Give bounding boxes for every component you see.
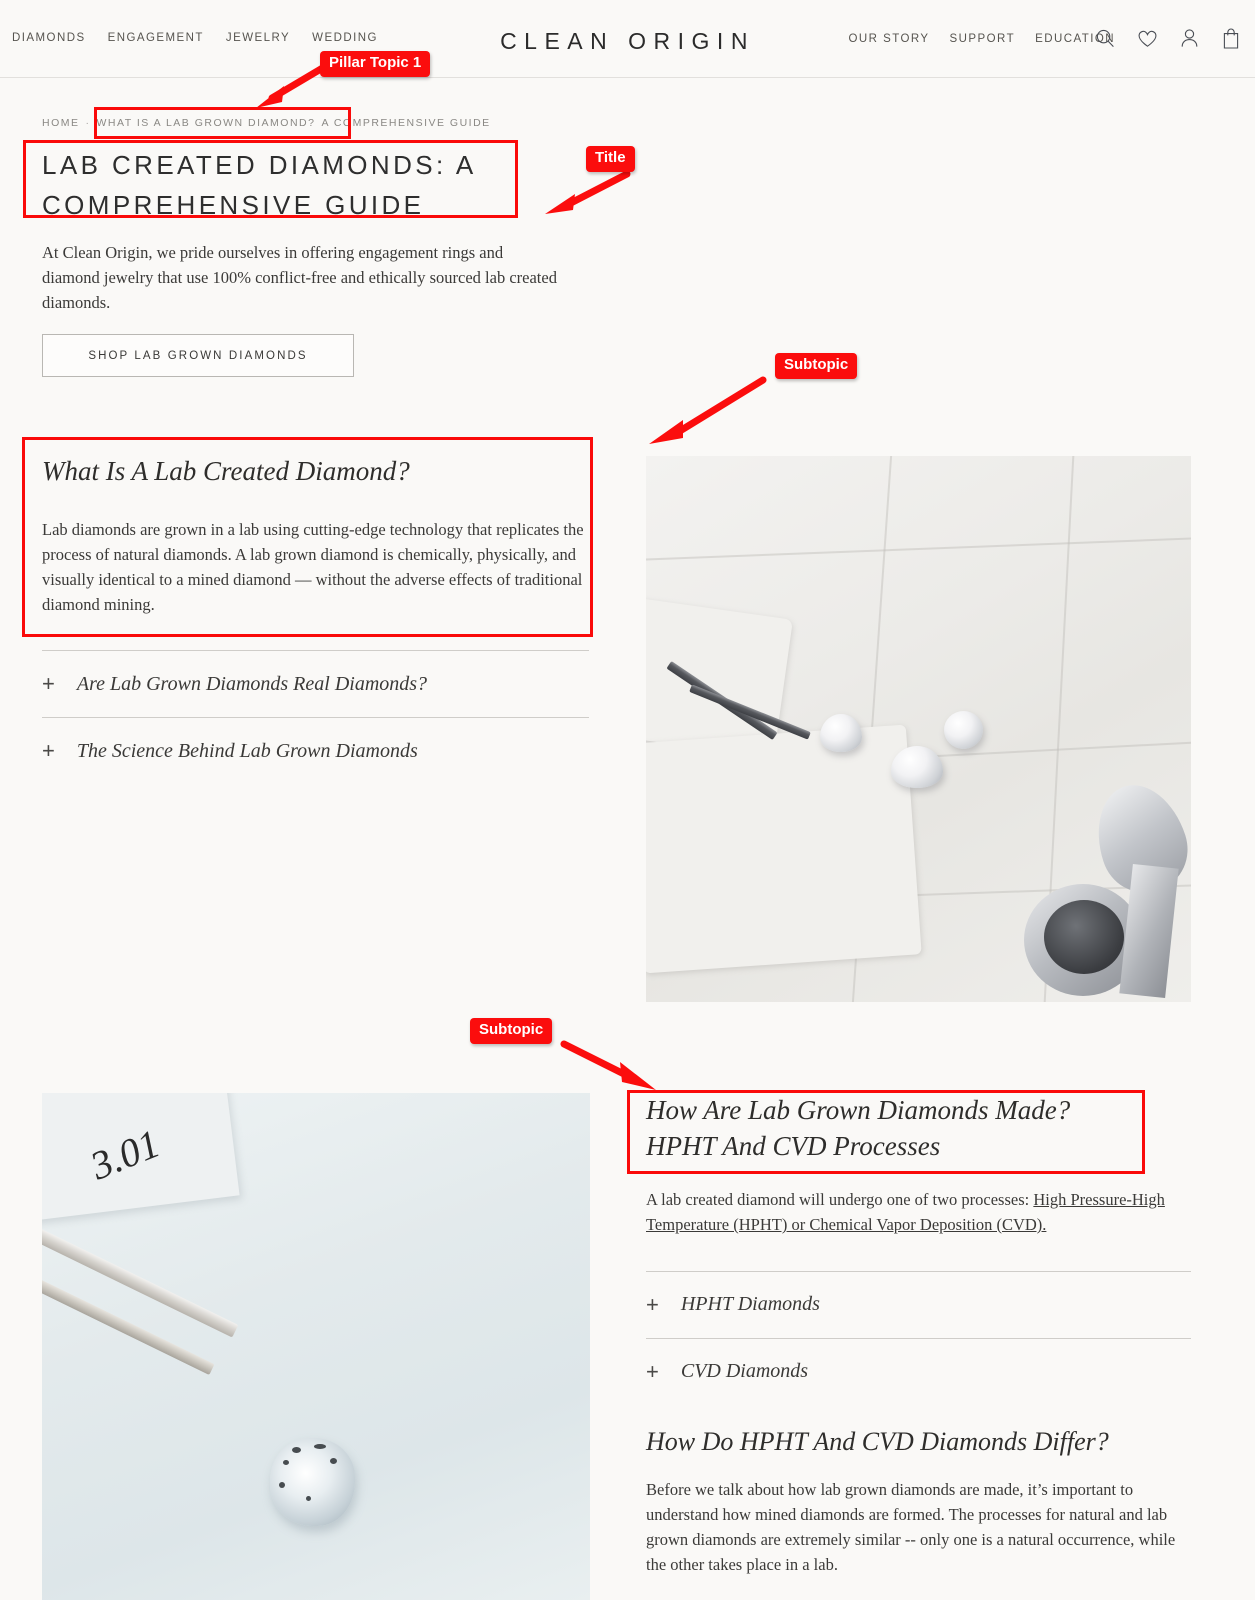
accordion-label: The Science Behind Lab Grown Diamonds <box>76 739 418 762</box>
section-two-heading-line-1: How Are Lab Grown Diamonds Made? <box>646 1095 1071 1125</box>
site-header: DIAMONDS ENGAGEMENT JEWELRY WEDDING CLEA… <box>0 0 1255 78</box>
accordion-label: Are Lab Grown Diamonds Real Diamonds? <box>76 672 428 695</box>
section-one-heading: What Is A Lab Created Diamond? <box>42 456 410 486</box>
section-how-are-lab-grown-diamonds-made: How Are Lab Grown Diamonds Made? HPHT An… <box>646 1093 1191 1577</box>
accordion-item-science-behind-lab-grown-diamonds[interactable]: + The Science Behind Lab Grown Diamonds <box>42 717 589 784</box>
accordion-item-are-lab-grown-diamonds-real[interactable]: + Are Lab Grown Diamonds Real Diamonds? <box>42 650 589 717</box>
nav-item-our-story[interactable]: OUR STORY <box>849 33 930 45</box>
intro-paragraph: At Clean Origin, we pride ourselves in o… <box>42 243 557 313</box>
plus-icon: + <box>42 738 55 763</box>
annotation-label-pillar-topic-1: Pillar Topic 1 <box>320 51 431 77</box>
breadcrumb-home[interactable]: HOME <box>42 117 80 129</box>
section-two-intro: A lab created diamond will undergo one o… <box>646 1187 1191 1237</box>
section-two-intro-lead: A lab created diamond will undergo one o… <box>646 1189 1034 1209</box>
page-title: LAB CREATED DIAMONDS: A COMPREHENSIVE GU… <box>42 150 476 220</box>
diamonds-on-tile-photo <box>646 456 1191 1002</box>
header-icon-group <box>1093 25 1243 51</box>
section-one-body: Lab diamonds are grown in a lab using cu… <box>42 519 584 614</box>
accordion-item-cvd-diamonds[interactable]: + CVD Diamonds <box>646 1337 1191 1405</box>
section-what-is-a-lab-created-diamond: What Is A Lab Created Diamond? Lab diamo… <box>42 455 592 617</box>
breadcrumb-trailing: A COMPREHENSIVE GUIDE <box>321 117 491 129</box>
section-two-accordion: + HPHT Diamonds + CVD Diamonds <box>646 1270 1191 1405</box>
section-two-heading: How Are Lab Grown Diamonds Made? HPHT An… <box>646 1093 1191 1165</box>
section-two-subheading: How Do HPHT And CVD Diamonds Differ? <box>646 1426 1109 1456</box>
annotation-label-subtopic-2: Subtopic <box>470 1018 553 1044</box>
breadcrumb: HOME · WHAT IS A LAB GROWN DIAMOND? A CO… <box>42 117 491 129</box>
breadcrumb-separator: · <box>85 117 91 129</box>
section-two-body: Before we talk about how lab grown diamo… <box>646 1479 1176 1575</box>
plus-icon: + <box>646 1291 659 1317</box>
shopping-bag-icon[interactable] <box>1219 25 1243 51</box>
plus-icon: + <box>42 671 55 696</box>
plus-icon: + <box>646 1358 659 1384</box>
section-two-heading-line-2: HPHT And CVD Processes <box>646 1130 941 1161</box>
account-icon[interactable] <box>1177 25 1201 51</box>
shop-lab-grown-diamonds-button[interactable]: SHOP LAB GROWN DIAMONDS <box>42 334 354 377</box>
accordion-item-hpht-diamonds[interactable]: + HPHT Diamonds <box>646 1270 1191 1338</box>
rough-diamond-photo: 3.01 <box>42 1093 590 1600</box>
heart-icon[interactable] <box>1135 25 1159 51</box>
page-root: DIAMONDS ENGAGEMENT JEWELRY WEDDING CLEA… <box>0 0 1255 1600</box>
annotation-arrow-subtopic-1 <box>649 376 767 444</box>
secondary-navigation: OUR STORY SUPPORT EDUCATION <box>849 33 1115 45</box>
nav-item-support[interactable]: SUPPORT <box>950 33 1016 45</box>
accordion-label: CVD Diamonds <box>680 1360 809 1383</box>
search-icon[interactable] <box>1093 25 1117 51</box>
annotation-label-subtopic-1: Subtopic <box>775 353 858 379</box>
section-one-accordion: + Are Lab Grown Diamonds Real Diamonds? … <box>42 650 589 784</box>
annotation-label-title: Title <box>586 146 635 172</box>
annotation-arrow-subtopic-2 <box>560 1040 656 1090</box>
breadcrumb-current[interactable]: WHAT IS A LAB GROWN DIAMOND? <box>97 117 316 129</box>
annotation-arrow-title <box>545 170 631 214</box>
accordion-label: HPHT Diamonds <box>680 1293 820 1316</box>
